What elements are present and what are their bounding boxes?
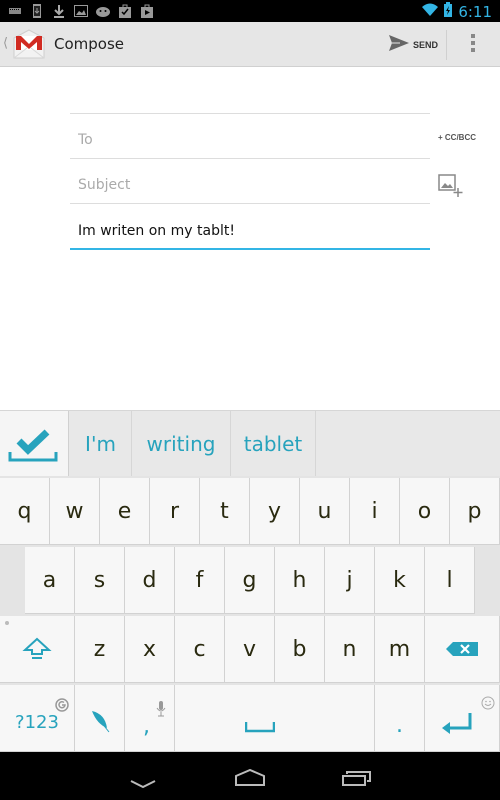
symbols-label: ?123	[15, 711, 59, 733]
period-key[interactable]: .	[375, 685, 425, 752]
overflow-menu-icon[interactable]	[468, 34, 478, 56]
key-l[interactable]: l	[425, 547, 475, 614]
space-key[interactable]	[175, 685, 375, 752]
wifi-icon	[422, 2, 439, 21]
key-m[interactable]: m	[375, 616, 425, 683]
cc-bcc-button[interactable]: + CC/BCC	[438, 133, 476, 142]
send-label: SEND	[413, 39, 439, 50]
key-b[interactable]: b	[275, 616, 325, 683]
key-u[interactable]: u	[300, 478, 350, 545]
key-o[interactable]: o	[400, 478, 450, 545]
key-r[interactable]: r	[150, 478, 200, 545]
action-bar: ⟨ Compose SEND	[0, 22, 500, 67]
from-field[interactable]	[70, 95, 430, 114]
page-title: Compose	[54, 35, 125, 53]
phone-download-icon	[30, 3, 44, 18]
android-icon	[96, 3, 110, 17]
send-icon	[388, 34, 410, 56]
suggestion-item[interactable]: tablet	[231, 411, 316, 477]
send-button[interactable]: SEND	[388, 32, 438, 57]
key-p[interactable]: p	[450, 478, 500, 545]
key-k[interactable]: k	[375, 547, 425, 614]
shift-indicator	[5, 621, 9, 625]
key-h[interactable]: h	[275, 547, 325, 614]
key-e[interactable]: e	[100, 478, 150, 545]
key-s[interactable]: s	[75, 547, 125, 614]
space-icon	[244, 722, 275, 733]
clock: 6:11	[458, 2, 492, 21]
symbols-key[interactable]: ?123	[0, 685, 75, 752]
suggestion-item[interactable]: I'm	[70, 411, 132, 477]
key-j[interactable]: j	[325, 547, 375, 614]
keyboard: q w e r t y u i o p a s d f g h j k l z …	[0, 476, 500, 752]
feather-icon	[91, 711, 109, 733]
home-icon[interactable]	[234, 768, 266, 791]
period-label: .	[396, 712, 403, 738]
key-g[interactable]: g	[225, 547, 275, 614]
keyboard-icon	[8, 3, 22, 17]
key-y[interactable]: y	[250, 478, 300, 545]
comma-label: ,	[143, 713, 150, 739]
back-icon[interactable]	[130, 774, 156, 793]
key-d[interactable]: d	[125, 547, 175, 614]
action-bar-divider	[446, 30, 447, 60]
gmail-logo-icon[interactable]	[12, 28, 46, 60]
navigation-bar	[0, 752, 500, 800]
play-store-icon	[140, 3, 154, 18]
enter-key[interactable]	[425, 685, 500, 752]
suggestion-strip: I'm writing tablet	[0, 410, 500, 477]
key-c[interactable]: c	[175, 616, 225, 683]
add-image-icon[interactable]	[438, 174, 464, 198]
suggestion-item[interactable]: writing	[132, 411, 231, 477]
microphone-icon	[156, 701, 166, 717]
subject-field[interactable]	[70, 170, 430, 204]
key-i[interactable]: i	[350, 478, 400, 545]
back-caret-icon[interactable]: ⟨	[3, 36, 8, 51]
download-icon	[52, 3, 66, 18]
key-a[interactable]: a	[25, 547, 75, 614]
image-icon	[74, 3, 88, 17]
battery-charging-icon	[444, 2, 453, 21]
key-z[interactable]: z	[75, 616, 125, 683]
key-n[interactable]: n	[325, 616, 375, 683]
body-field[interactable]	[70, 216, 430, 250]
checkmark-icon	[8, 429, 58, 462]
subject-input[interactable]	[78, 177, 430, 193]
key-q[interactable]: q	[0, 478, 50, 545]
delete-key[interactable]	[425, 616, 500, 683]
body-input[interactable]	[78, 223, 430, 239]
status-bar: 6:11	[0, 0, 500, 22]
enter-icon	[442, 713, 472, 734]
key-v[interactable]: v	[225, 616, 275, 683]
play-store-check-icon	[118, 3, 132, 18]
shift-icon	[22, 637, 52, 659]
emoji-icon	[481, 696, 495, 710]
recent-apps-icon[interactable]	[342, 770, 372, 790]
accept-suggestion-button[interactable]	[0, 411, 69, 477]
key-t[interactable]: t	[200, 478, 250, 545]
shift-key[interactable]	[0, 616, 75, 683]
comma-key[interactable]: ,	[125, 685, 175, 752]
backspace-icon	[446, 642, 478, 656]
to-input[interactable]	[78, 132, 430, 148]
handwriting-key[interactable]	[75, 685, 125, 752]
key-f[interactable]: f	[175, 547, 225, 614]
key-x[interactable]: x	[125, 616, 175, 683]
key-w[interactable]: w	[50, 478, 100, 545]
to-field[interactable]	[70, 125, 430, 159]
google-settings-icon	[55, 698, 69, 712]
